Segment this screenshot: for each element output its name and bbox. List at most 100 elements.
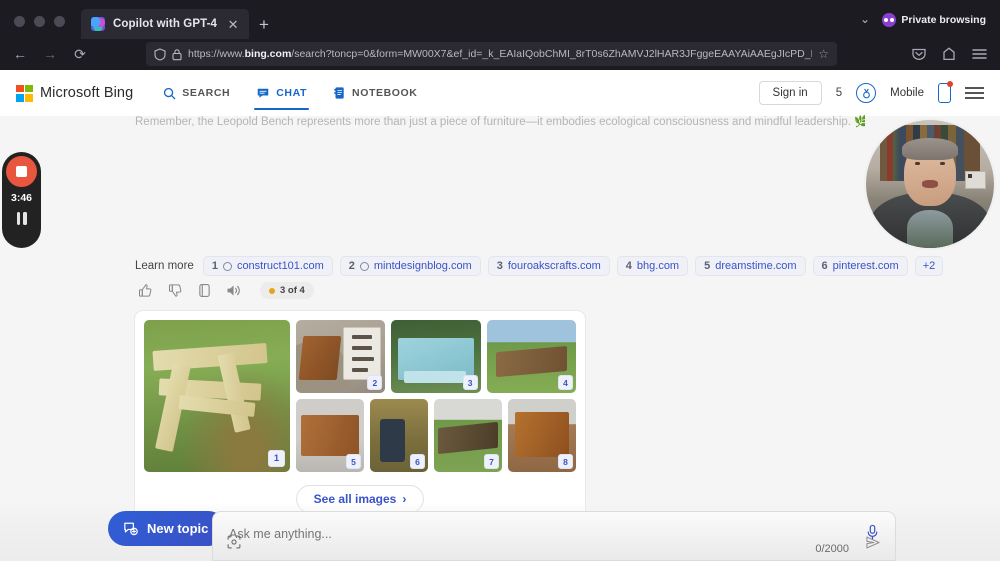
citation-site: pinterest.com (832, 260, 899, 272)
citation-chip[interactable]: 2 mintdesignblog.com (339, 256, 481, 276)
medal-glyph (862, 88, 870, 98)
globe-icon (359, 261, 369, 271)
sign-in-button[interactable]: Sign in (758, 81, 822, 105)
thumbs-up-icon[interactable] (138, 283, 153, 298)
private-browsing-indicator: Private browsing (882, 13, 986, 27)
bing-nav-tabs: SEARCH CHAT NOTEBOOK (163, 70, 417, 116)
message-actions: 3 of 4 (138, 282, 314, 299)
mobile-label[interactable]: Mobile (890, 87, 924, 99)
citation-chip[interactable]: 3 fouroakscrafts.com (487, 256, 610, 276)
address-bar[interactable]: https://www.bing.com/search?toncp=0&form… (146, 42, 837, 66)
citation-chip[interactable]: 4 bhg.com (616, 256, 689, 276)
wall-object (964, 171, 987, 190)
answer-text: Remember, the Leopold Bench represents m… (135, 114, 865, 128)
pause-recording-button[interactable] (16, 212, 27, 225)
citation-number: 2 (348, 260, 355, 272)
tab-chat[interactable]: CHAT (254, 70, 309, 116)
image-grid-right: 2 3 4 5 6 7 8 (296, 320, 576, 472)
citation-chip[interactable]: 1 construct101.com (202, 256, 333, 276)
citation-site: mintdesignblog.com (373, 260, 472, 272)
close-tab-icon[interactable]: ✕ (225, 18, 241, 31)
image-thumbnail[interactable]: 5 (296, 399, 364, 472)
back-icon[interactable]: ← (12, 46, 28, 62)
image-badge: 2 (367, 375, 383, 390)
forward-icon[interactable]: → (42, 46, 58, 62)
tab-notebook[interactable]: NOTEBOOK (333, 70, 417, 116)
rewards-medal-icon[interactable] (856, 83, 877, 103)
recording-timer: 3:46 (10, 192, 32, 204)
citation-number: 1 (211, 260, 218, 272)
citation-chip[interactable]: 6 pinterest.com (812, 256, 908, 276)
screen-recorder-widget: 3:46 (2, 152, 41, 248)
image-thumbnail[interactable]: 7 (434, 399, 502, 472)
citations-overflow-chip[interactable]: +2 (914, 256, 944, 276)
browser-tab[interactable]: Copilot with GPT-4 ✕ (81, 9, 250, 39)
notebook-icon (334, 87, 344, 99)
thumbs-down-icon[interactable] (168, 283, 183, 298)
citation-chip[interactable]: 5 dreamstime.com (695, 256, 806, 276)
chat-content: Remember, the Leopold Bench represents m… (0, 116, 1000, 561)
copilot-favicon (91, 17, 105, 31)
tab-search[interactable]: SEARCH (163, 70, 230, 116)
image-thumbnail[interactable]: 6 (370, 399, 428, 472)
send-icon[interactable] (865, 535, 881, 555)
new-topic-button[interactable]: New topic (108, 511, 227, 546)
person-collar (906, 209, 954, 248)
citation-site: fouroakscrafts.com (507, 260, 601, 272)
rewards-points: 5 (835, 87, 843, 99)
reload-icon[interactable]: ⟳ (72, 46, 88, 63)
private-browsing-label: Private browsing (901, 14, 986, 26)
image-row: 2 3 4 (296, 320, 576, 393)
list-all-tabs-icon[interactable]: ⌄ (860, 12, 870, 26)
close-window-button[interactable] (14, 15, 25, 27)
speaker-icon[interactable] (226, 283, 242, 298)
bing-hamburger-menu-icon[interactable] (965, 86, 984, 100)
webcam-overlay[interactable] (864, 118, 996, 250)
image-thumbnail[interactable]: 4 (486, 320, 576, 393)
citation-site: construct101.com (236, 260, 324, 272)
image-badge: 5 (346, 454, 361, 469)
copy-icon[interactable] (198, 283, 211, 298)
chat-input-box[interactable]: Ask me anything... 0/2000 (212, 511, 896, 561)
image-badge: 8 (558, 454, 573, 469)
phone-icon[interactable] (938, 81, 953, 103)
hamburger-menu-icon[interactable] (971, 47, 988, 61)
navigation-toolbar: ← → ⟳ https://www.bing.com/search?toncp=… (0, 38, 1000, 70)
citation-number: 4 (625, 260, 632, 272)
learn-more-label: Learn more (135, 260, 194, 272)
bing-header: Microsoft Bing SEARCH CHAT NOTEBOOK Sign… (0, 70, 1000, 116)
image-row: 5 6 7 8 (296, 399, 576, 472)
new-topic-label: New topic (147, 521, 209, 536)
image-thumbnail[interactable]: 2 (296, 320, 386, 393)
citation-number: 5 (704, 260, 711, 272)
browser-window: Copilot with GPT-4 ✕ + ⌄ Private browsin… (0, 0, 1000, 561)
image-badge: 7 (484, 454, 499, 469)
image-thumbnail[interactable]: 8 (508, 399, 576, 472)
browser-chrome: Copilot with GPT-4 ✕ + ⌄ Private browsin… (0, 0, 1000, 70)
microsoft-logo-icon (16, 84, 33, 102)
chat-input-placeholder: Ask me anything... (229, 527, 332, 541)
image-thumbnail[interactable]: 3 (391, 320, 481, 393)
visual-search-icon[interactable] (227, 535, 241, 554)
citation-site: bhg.com (636, 260, 680, 272)
status-dot (269, 287, 275, 294)
bookmark-star-icon[interactable]: ☆ (818, 47, 829, 61)
minimize-window-button[interactable] (34, 15, 45, 27)
globe-icon (222, 261, 232, 271)
title-bar: Copilot with GPT-4 ✕ + ⌄ Private browsin… (0, 0, 1000, 39)
image-badge: 4 (557, 375, 573, 390)
image-badge: 3 (462, 375, 478, 390)
bing-logo-text: Microsoft Bing (40, 85, 134, 101)
tab-chat-label: CHAT (276, 87, 308, 99)
microsoft-bing-logo[interactable]: Microsoft Bing (16, 84, 134, 102)
extensions-icon[interactable] (941, 46, 957, 62)
stop-recording-button[interactable] (6, 156, 37, 187)
image-thumbnail[interactable]: 1 (144, 320, 290, 472)
image-badge: 6 (410, 454, 425, 469)
window-controls[interactable] (14, 8, 65, 38)
maximize-window-button[interactable] (54, 15, 65, 27)
bing-header-actions: Sign in 5 Mobile (758, 81, 984, 105)
pocket-icon[interactable] (911, 46, 927, 62)
tab-search-label: SEARCH (182, 87, 231, 99)
new-tab-button[interactable]: + (259, 16, 269, 38)
